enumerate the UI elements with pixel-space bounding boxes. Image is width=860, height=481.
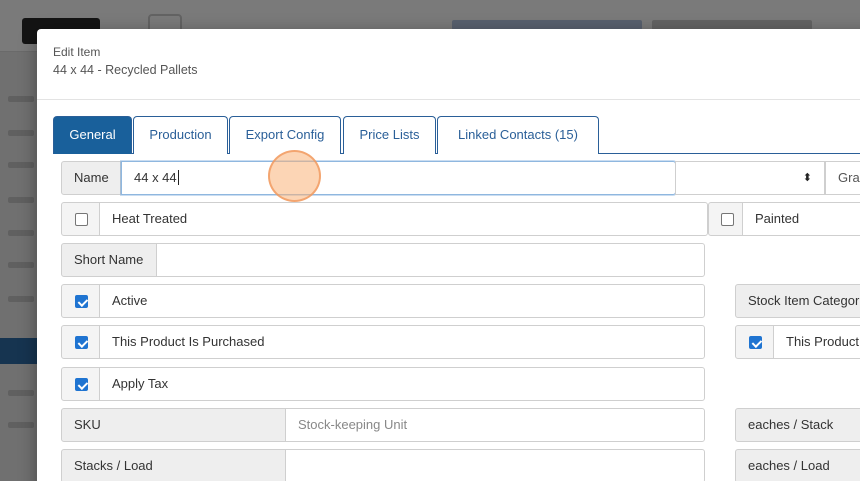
active-row: Active Stock Item Categor	[61, 284, 860, 318]
painted-checkbox-wrap	[708, 202, 743, 236]
active-label: Active	[99, 284, 705, 318]
stacks-per-load-label: Stacks / Load	[61, 449, 286, 481]
sku-input[interactable]: Stock-keeping Unit	[285, 408, 705, 442]
heat-treated-checkbox[interactable]	[75, 213, 88, 226]
tab-linked-contacts[interactable]: Linked Contacts (15)	[437, 116, 599, 154]
eaches-per-stack-label: eaches / Stack	[735, 408, 860, 442]
name-row: Name 44 x 44 ⬍ Grac	[61, 161, 860, 195]
stacks-load-row: Stacks / Load eaches / Load	[61, 449, 860, 481]
purchased-label: This Product Is Purchased	[99, 325, 705, 359]
heat-treated-row: Heat Treated Painted	[61, 202, 860, 236]
apply-tax-row: Apply Tax	[61, 367, 705, 401]
stacks-per-load-input[interactable]	[285, 449, 705, 481]
name-label: Name	[61, 161, 121, 195]
name-input-value: 44 x 44	[134, 170, 177, 185]
modal-title: Edit Item	[53, 45, 101, 59]
this-product-checkbox[interactable]	[749, 336, 762, 349]
edit-item-modal: Edit Item 44 x 44 - Recycled Pallets Gen…	[37, 29, 860, 481]
painted-label: Painted	[742, 202, 860, 236]
purchased-checkbox-wrap	[61, 325, 100, 359]
apply-tax-checkbox[interactable]	[75, 378, 88, 391]
tab-general[interactable]: General	[53, 116, 132, 154]
purchased-checkbox[interactable]	[75, 336, 88, 349]
short-name-row: Short Name	[61, 243, 705, 277]
grade-select[interactable]: Grac	[825, 161, 860, 195]
active-checkbox[interactable]	[75, 295, 88, 308]
tab-production[interactable]: Production	[133, 116, 228, 154]
active-checkbox-wrap	[61, 284, 100, 318]
sku-row: SKU Stock-keeping Unit eaches / Stack	[61, 408, 860, 442]
modal-subtitle: 44 x 44 - Recycled Pallets	[53, 63, 198, 77]
name-input[interactable]: 44 x 44	[121, 161, 676, 195]
unit-select[interactable]: ⬍	[675, 161, 825, 195]
select-arrows-icon: ⬍	[802, 172, 812, 184]
modal-header: Edit Item 44 x 44 - Recycled Pallets	[37, 29, 860, 100]
sku-label: SKU	[61, 408, 286, 442]
tab-price-lists[interactable]: Price Lists	[343, 116, 436, 154]
apply-tax-checkbox-wrap	[61, 367, 100, 401]
painted-checkbox[interactable]	[721, 213, 734, 226]
short-name-input[interactable]	[156, 243, 705, 277]
short-name-label: Short Name	[61, 243, 157, 277]
eaches-per-load-label: eaches / Load	[735, 449, 860, 481]
purchased-row: This Product Is Purchased This Product	[61, 325, 860, 359]
click-indicator	[268, 150, 321, 202]
apply-tax-label: Apply Tax	[99, 367, 705, 401]
this-product-checkbox-wrap	[735, 325, 774, 359]
stock-item-category-label: Stock Item Categor	[735, 284, 860, 318]
this-product-label: This Product	[773, 325, 860, 359]
heat-treated-checkbox-wrap	[61, 202, 100, 236]
heat-treated-label: Heat Treated	[99, 202, 708, 236]
text-caret	[177, 170, 179, 185]
tab-export-config[interactable]: Export Config	[229, 116, 341, 154]
tab-bar: General Production Export Config Price L…	[53, 116, 860, 154]
